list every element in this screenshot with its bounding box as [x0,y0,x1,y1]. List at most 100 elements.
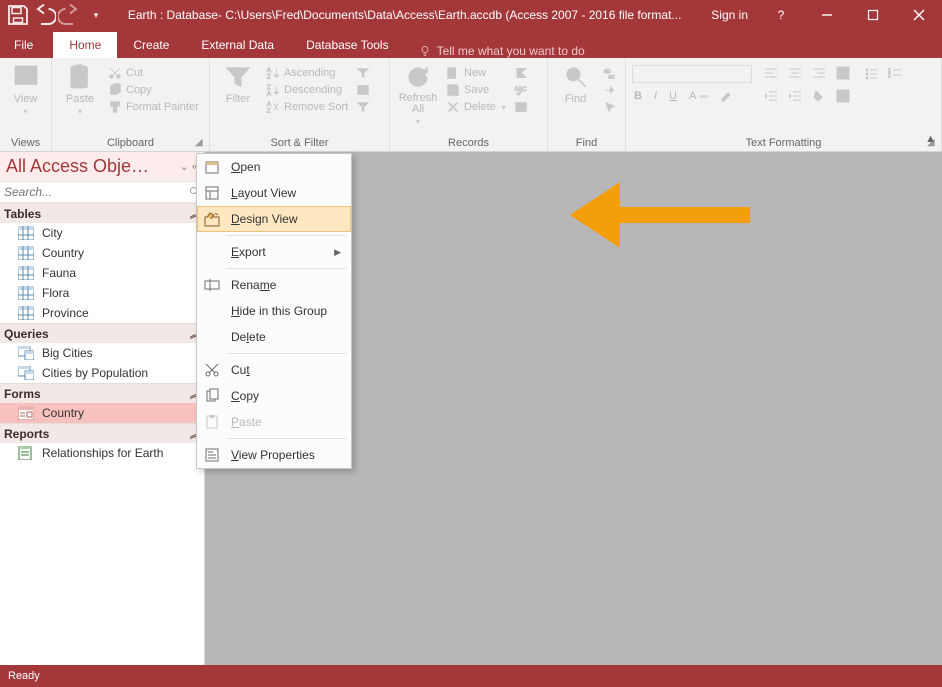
align-right-button[interactable] [810,65,828,81]
annotation-arrow [560,170,760,270]
nav-item-fauna[interactable]: Fauna [0,263,204,283]
nav-group-queries[interactable]: Queries︽ [0,323,204,343]
tab-external-data[interactable]: External Data [185,32,290,58]
goto-button[interactable] [601,82,619,98]
ctx-cut[interactable]: Cut [197,357,351,383]
sign-in-link[interactable]: Sign in [701,8,758,22]
collapse-ribbon-icon[interactable]: ▲ [925,133,936,145]
gridlines-button[interactable] [834,65,852,81]
spelling-button[interactable]: ABC [512,82,530,98]
bold-button[interactable]: B [632,88,644,104]
font-color-button[interactable]: A [687,88,710,104]
sort-asc-button[interactable]: AZAscending [264,65,350,81]
align-left-button[interactable] [762,65,780,81]
highlight-icon [720,89,734,103]
nav-group-forms[interactable]: Forms︽ [0,383,204,403]
nav-item-form-country[interactable]: Country [0,403,204,423]
new-icon [446,66,460,80]
underline-button[interactable]: U [667,88,679,104]
toggle-filter-button[interactable] [354,99,372,115]
nav-item-country[interactable]: Country [0,243,204,263]
navigation-pane: All Access Obje… ⌄ « Tables︽ City Countr… [0,152,205,665]
ctx-open[interactable]: Open [197,154,351,180]
paste-button[interactable]: Paste ▾ [58,61,102,116]
ctx-paste: Paste [197,409,351,435]
minimize-button[interactable] [804,0,850,30]
svg-text:ac: ac [608,73,614,80]
tab-file[interactable]: File [0,32,47,58]
undo-icon[interactable] [32,3,56,27]
status-text: Ready [8,670,40,682]
menu-separator [227,268,347,269]
find-button[interactable]: Find [554,61,597,105]
replace-button[interactable]: abac [601,65,619,81]
maximize-button[interactable] [850,0,896,30]
tab-database-tools[interactable]: Database Tools [290,32,405,58]
group-find: Find abac Find [548,58,626,151]
ctx-copy[interactable]: Copy [197,383,351,409]
advanced-filter-button[interactable] [354,82,372,98]
nav-group-reports[interactable]: Reports︽ [0,423,204,443]
qat-customize-icon[interactable]: ▾ [84,3,108,27]
tell-me-label: Tell me what you want to do [437,44,585,58]
nav-item-big-cities[interactable]: Big Cities [0,343,204,363]
replace-icon: abac [603,66,617,80]
delete-record-button[interactable]: Delete▾ [444,99,508,115]
new-record-button[interactable]: New [444,65,508,81]
selection-icon [356,66,370,80]
refresh-icon [404,63,432,91]
nav-group-tables[interactable]: Tables︽ [0,203,204,223]
nav-pane-title[interactable]: All Access Obje… ⌄ « [0,152,204,181]
sort-desc-button[interactable]: ZADescending [264,82,350,98]
ctx-rename[interactable]: Rename [197,272,351,298]
view-button[interactable]: View ▾ [6,61,45,116]
window-title: Earth : Database- C:\Users\Fred\Document… [108,8,701,22]
ctx-layout-view[interactable]: Layout View [197,180,351,206]
select-button[interactable] [601,99,619,115]
filter-button[interactable]: Filter [216,61,260,105]
indent-decrease-button[interactable] [762,88,780,104]
nav-item-flora[interactable]: Flora [0,283,204,303]
selection-filter-button[interactable] [354,65,372,81]
title-bar: ▾ Earth : Database- C:\Users\Fred\Docume… [0,0,942,30]
alternate-row-button[interactable] [834,88,852,104]
totals-button[interactable] [512,65,530,81]
tell-me-search[interactable]: Tell me what you want to do [419,44,585,58]
align-center-button[interactable] [786,65,804,81]
scissors-icon [108,66,122,80]
highlight-button[interactable] [718,88,736,104]
tab-home[interactable]: Home [53,32,117,58]
ctx-view-properties[interactable]: View Properties [197,442,351,468]
nav-item-relationships[interactable]: Relationships for Earth [0,443,204,463]
nav-search-input[interactable] [0,182,186,202]
numbering-button[interactable]: 12 [886,65,904,81]
help-button[interactable]: ? [758,0,804,30]
italic-button[interactable]: I [652,88,659,104]
nav-item-province[interactable]: Province [0,303,204,323]
close-button[interactable] [896,0,942,30]
copy-button[interactable]: Copy [106,82,201,98]
ctx-design-view[interactable]: Design View [197,206,351,232]
funnel-icon [224,63,252,91]
remove-sort-button[interactable]: AZRemove Sort [264,99,350,115]
submenu-arrow-icon: ▶ [334,247,341,258]
cut-button[interactable]: Cut [106,65,201,81]
ctx-export[interactable]: Export▶ [197,239,351,265]
refresh-all-button[interactable]: Refresh All ▾ [396,61,440,126]
tab-create[interactable]: Create [117,32,185,58]
more-records-button[interactable] [512,99,530,115]
indent-increase-button[interactable] [786,88,804,104]
bullets-button[interactable] [862,65,880,81]
svg-text:2: 2 [888,73,891,79]
font-box[interactable] [632,65,752,83]
save-icon[interactable] [6,3,30,27]
save-record-button[interactable]: Save [444,82,508,98]
ctx-hide[interactable]: Hide in this Group [197,298,351,324]
redo-icon[interactable] [58,3,82,27]
format-painter-button[interactable]: Format Painter [106,99,201,115]
nav-item-cities-by-population[interactable]: Cities by Population [0,363,204,383]
nav-item-city[interactable]: City [0,223,204,243]
fill-color-button[interactable] [810,88,828,104]
dialog-launcher-icon[interactable]: ◢ [195,137,207,149]
ctx-delete[interactable]: Delete [197,324,351,350]
